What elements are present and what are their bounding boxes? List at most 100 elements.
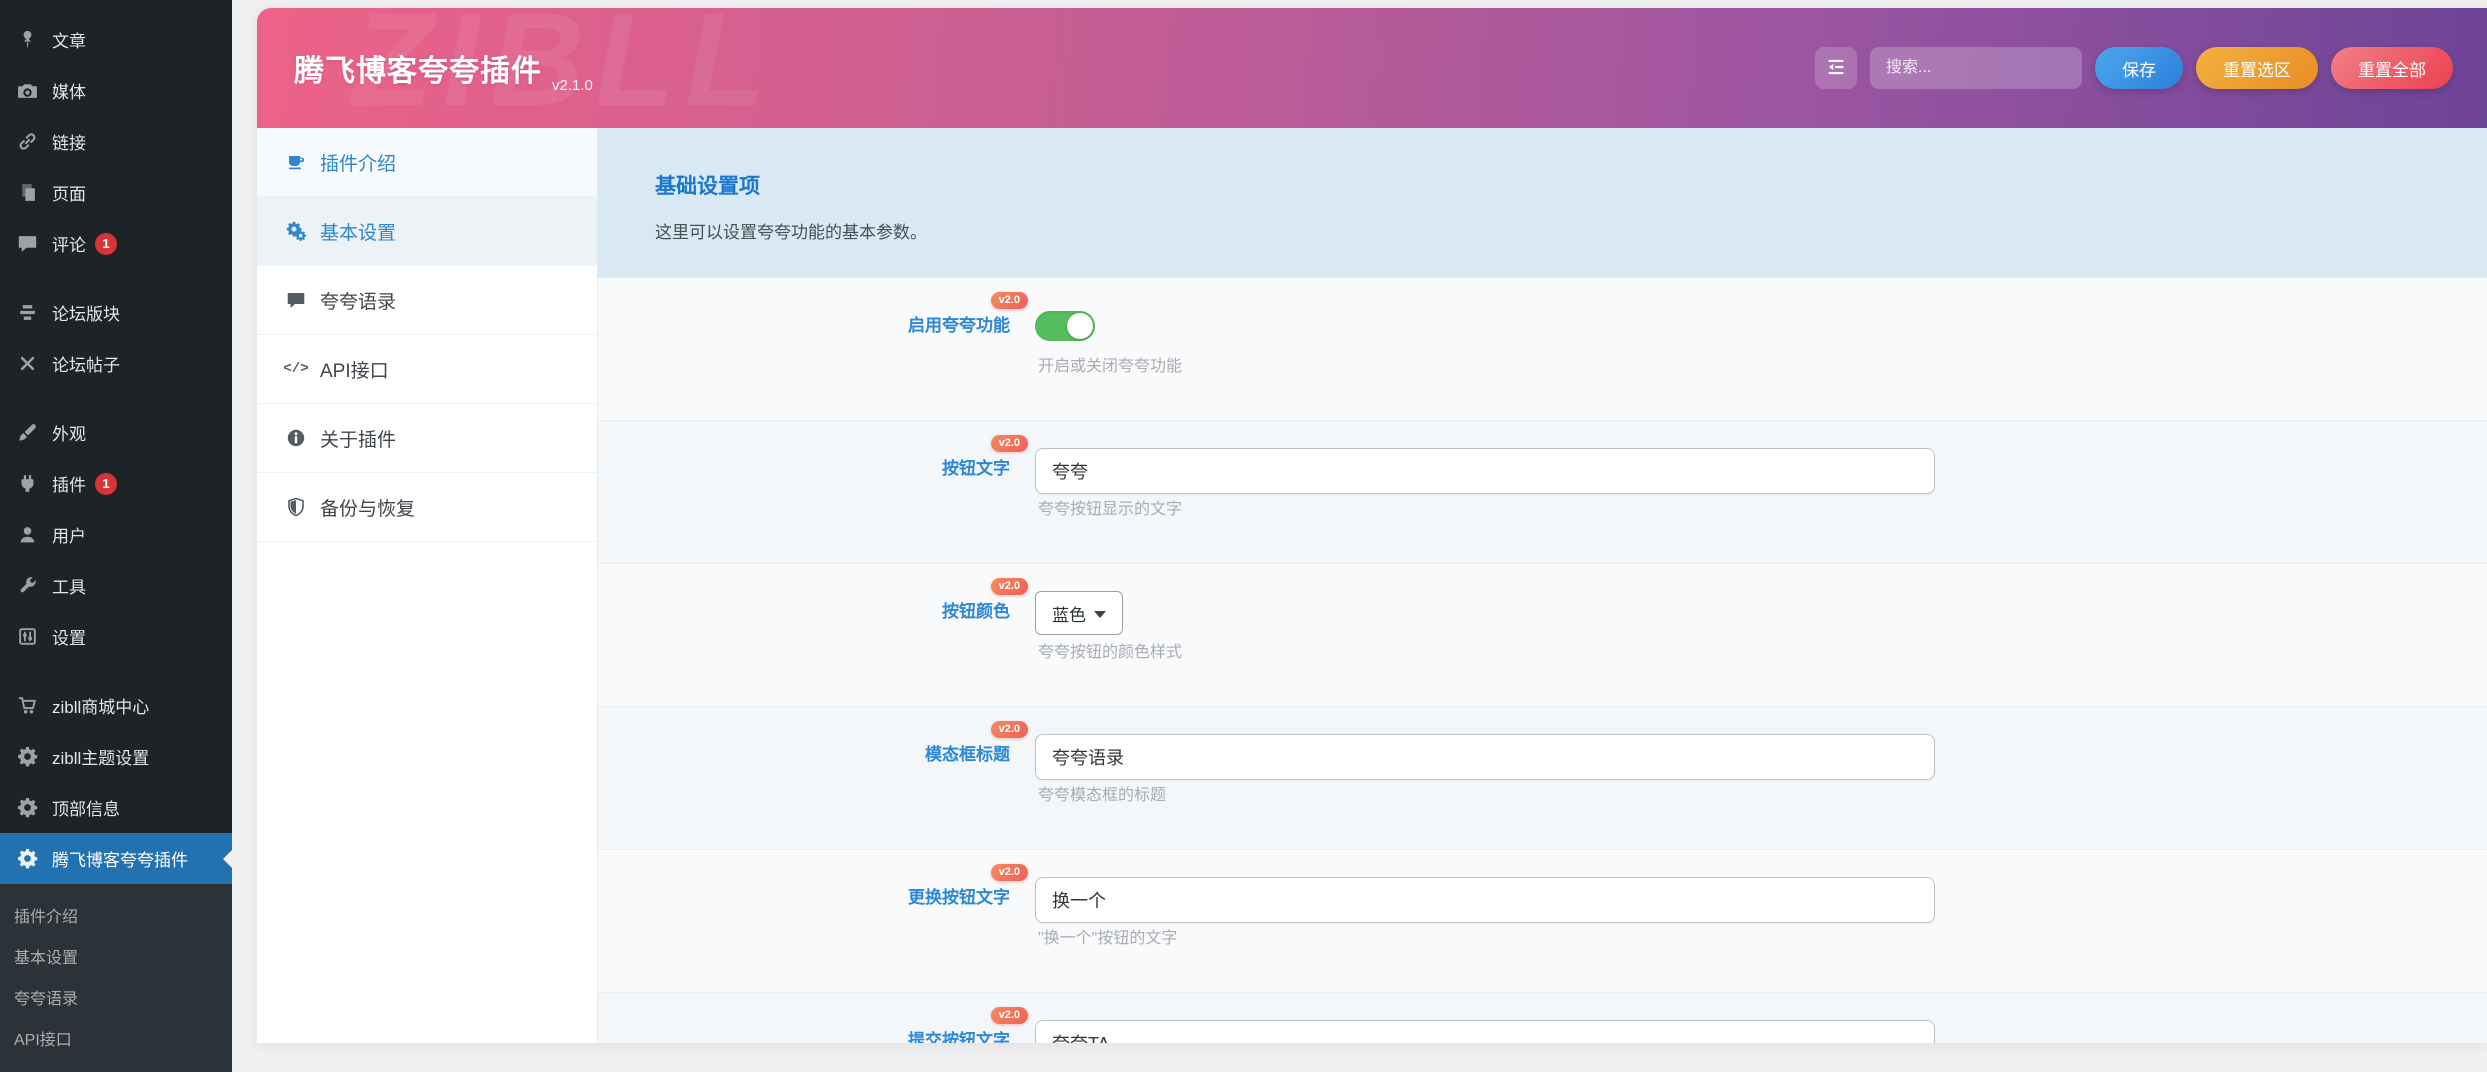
field-row-button-text: v2.0按钮文字夸夸按钮显示的文字 <box>598 421 2487 564</box>
toggle-knob <box>1067 313 1093 339</box>
sidebar-item-6[interactable]: 论坛帖子 <box>0 338 232 389</box>
sidebar-subitem-1[interactable]: 基本设置 <box>0 935 232 976</box>
sidebar-item-label: zibll商城中心 <box>52 693 149 718</box>
sidebar-subitem-0[interactable]: 插件介绍 <box>0 894 232 935</box>
sidebar-item-label: 链接 <box>52 129 86 154</box>
modal-title-input[interactable] <box>1035 734 1935 780</box>
sidebar-item-label: zibll主题设置 <box>52 744 149 769</box>
sidebar-item-9[interactable]: 用户 <box>0 509 232 560</box>
sidebar-item-label: 腾飞博客夸夸插件 <box>52 846 188 871</box>
sidebar-item-label: 论坛帖子 <box>52 351 120 376</box>
code-icon: </> <box>285 361 307 377</box>
sidebar-item-2[interactable]: 链接 <box>0 116 232 167</box>
sidebar-item-7[interactable]: 外观 <box>0 407 232 458</box>
nav-item-quotes[interactable]: 夸夸语录 <box>257 266 597 335</box>
field-description: 开启或关闭夸夸功能 <box>1038 352 1182 376</box>
nav-item-about[interactable]: 关于插件 <box>257 404 597 473</box>
shield-icon <box>285 497 307 517</box>
nav-item-label: API接口 <box>320 356 389 383</box>
sidebar-item-5[interactable]: 论坛版块 <box>0 287 232 338</box>
version-badge: v2.0 <box>991 864 1028 881</box>
button-text-input[interactable] <box>1035 448 1935 494</box>
field-description: 夸夸模态框的标题 <box>1038 781 1166 805</box>
field-row-modal-title: v2.0模态框标题夸夸模态框的标题 <box>598 707 2487 850</box>
save-button[interactable]: 保存 <box>2095 47 2183 89</box>
wrench-icon <box>16 575 38 597</box>
count-badge: 1 <box>95 233 117 255</box>
section-description: 这里可以设置夸夸功能的基本参数。 <box>655 218 2487 243</box>
wp-admin-sidebar: 文章媒体链接页面评论1 论坛版块论坛帖子外观插件 1 用户工具设置 zibll商城中心 z… <box>0 0 232 1043</box>
sidebar-item-4[interactable]: 评论1 <box>0 218 232 269</box>
gear-icon <box>16 797 38 819</box>
field-label: 按钮颜色 <box>598 597 1010 622</box>
field-label: 模态框标题 <box>598 740 1010 765</box>
version-badge: v2.0 <box>991 578 1028 595</box>
sidebar-item-8[interactable]: 插件 1 <box>0 458 232 509</box>
layers-icon <box>16 302 38 324</box>
sidebar-item-label: 顶部信息 <box>52 795 120 820</box>
sidebar-item-10[interactable]: 工具 <box>0 560 232 611</box>
field-row-enable-kuakua: v2.0 启用夸夸功能开启或关闭夸夸功能 <box>598 278 2487 421</box>
version-badge: v2.0 <box>991 292 1028 309</box>
search-input[interactable] <box>1870 47 2082 89</box>
reset-section-button[interactable]: 重置选区 <box>2196 47 2318 89</box>
brush-icon <box>16 422 38 444</box>
enable-kuakua-toggle[interactable] <box>1035 311 1095 341</box>
sidebar-item-0[interactable]: 文章 <box>0 14 232 65</box>
header-controls: 保存 重置选区 重置全部 <box>1815 8 2453 128</box>
sidebar-item-14[interactable]: 顶部信息 <box>0 782 232 833</box>
sidebar-item-label: 媒体 <box>52 78 86 103</box>
field-description: "换一个"按钮的文字 <box>1038 924 1177 948</box>
sidebar-item-label: 页面 <box>52 180 86 205</box>
field-description: 夸夸按钮的颜色样式 <box>1038 638 1182 662</box>
version-badge: v2.0 <box>991 435 1028 452</box>
cogs-icon <box>285 221 307 241</box>
count-badge: 1 <box>95 473 117 495</box>
nav-item-intro[interactable]: 插件介绍 <box>257 128 597 197</box>
sidebar-item-label: 设置 <box>52 624 86 649</box>
reset-all-button[interactable]: 重置全部 <box>2331 47 2453 89</box>
sidebar-item-label: 外观 <box>52 420 86 445</box>
change-button-text-input[interactable] <box>1035 877 1935 923</box>
sidebar-item-11[interactable]: 设置 <box>0 611 232 662</box>
nav-item-api[interactable]: </> API接口 <box>257 335 597 404</box>
menu-fold-icon <box>1825 56 1847 81</box>
field-label: 启用夸夸功能 <box>598 311 1010 336</box>
user-icon <box>16 524 38 546</box>
plugin-settings-panel: ZIBLL 腾飞博客夸夸插件 v2.1.0 保存 重置选区 重置全部 插件介绍基… <box>257 8 2487 1043</box>
wp-admin-submenu: 插件介绍基本设置夸夸语录API接口 <box>0 884 232 1072</box>
cart-icon <box>16 695 38 717</box>
menu-fold-button[interactable] <box>1815 47 1857 89</box>
plugin-header: ZIBLL 腾飞博客夸夸插件 v2.1.0 保存 重置选区 重置全部 <box>257 8 2487 128</box>
button-color-select[interactable]: 蓝色 <box>1035 591 1123 635</box>
nav-item-label: 夸夸语录 <box>320 287 396 314</box>
active-arrow-icon <box>223 850 232 868</box>
field-row-button-color: v2.0 按钮颜色蓝色夸夸按钮的颜色样式 <box>598 564 2487 707</box>
field-label: 按钮文字 <box>598 454 1010 479</box>
sidebar-item-13[interactable]: zibll主题设置 <box>0 731 232 782</box>
nav-item-label: 备份与恢复 <box>320 494 415 521</box>
nav-item-backup[interactable]: 备份与恢复 <box>257 473 597 542</box>
nav-item-basic-settings[interactable]: 基本设置 <box>257 197 597 266</box>
media-icon <box>16 80 38 102</box>
sidebar-item-label: 插件 <box>52 471 86 496</box>
submit-button-text-input[interactable] <box>1035 1020 1935 1043</box>
sidebar-item-3[interactable]: 页面 <box>0 167 232 218</box>
sidebar-item-label: 工具 <box>52 573 86 598</box>
sidebar-item-1[interactable]: 媒体 <box>0 65 232 116</box>
sidebar-item-12[interactable]: zibll商城中心 <box>0 680 232 731</box>
sidebar-item-label: 用户 <box>52 522 86 547</box>
sliders-icon <box>16 626 38 648</box>
gear-icon <box>16 746 38 768</box>
plugin-version: v2.1.0 <box>552 77 593 128</box>
gear-icon <box>16 848 38 870</box>
sidebar-subitem-3[interactable]: API接口 <box>0 1017 232 1058</box>
plugin-nav: 插件介绍基本设置夸夸语录 </> API接口关于插件备份与恢复 <box>257 128 598 1043</box>
sidebar-item-15[interactable]: 腾飞博客夸夸插件 <box>0 833 232 884</box>
comment-icon <box>285 290 307 310</box>
pushpin-icon <box>16 29 38 51</box>
settings-form: v2.0启用夸夸功能开启或关闭夸夸功能v2.0按钮文字夸夸按钮显示的文字v2.0… <box>598 278 2487 1043</box>
section-title: 基础设置项 <box>655 170 2487 200</box>
wp-admin-menu: 文章媒体链接页面评论1 论坛版块论坛帖子外观插件 1 用户工具设置 zibll商城中心 z… <box>0 0 232 884</box>
sidebar-subitem-2[interactable]: 夸夸语录 <box>0 976 232 1017</box>
